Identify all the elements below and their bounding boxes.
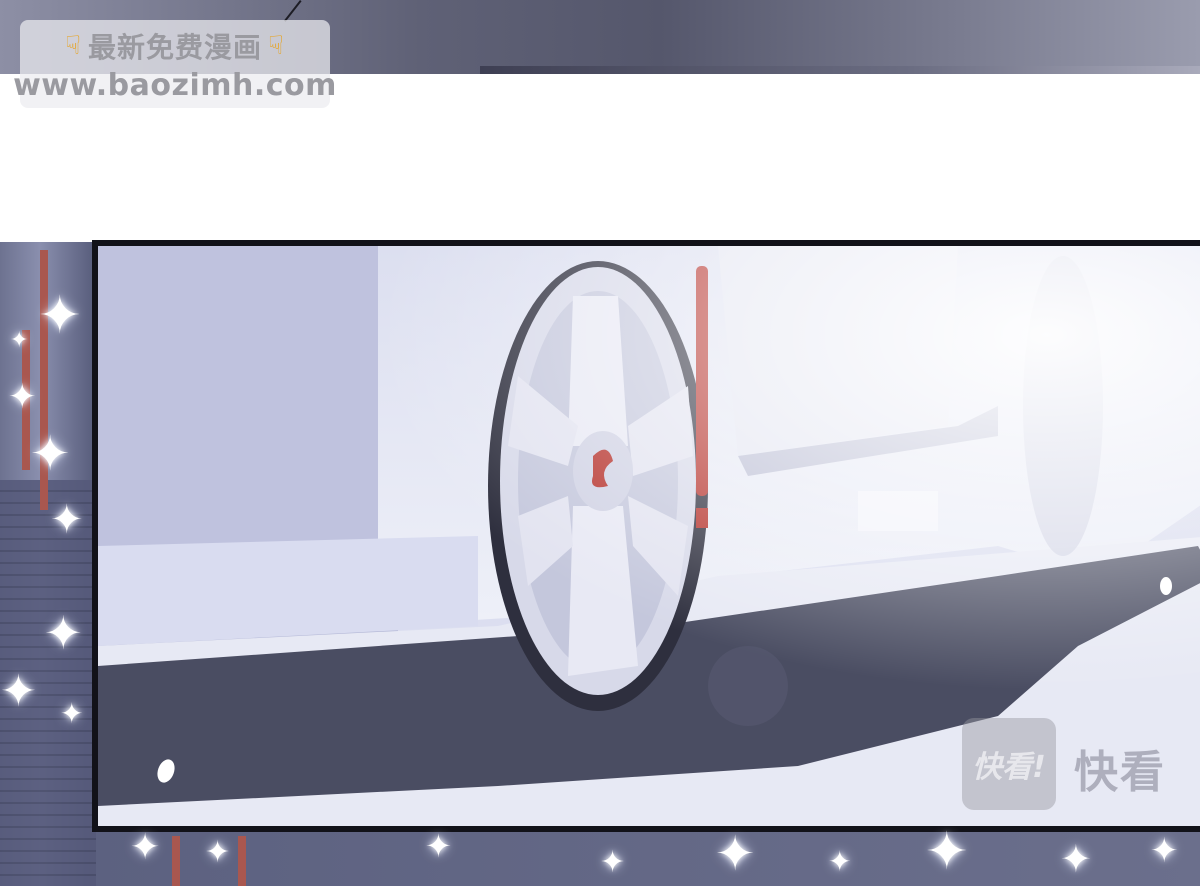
- sparkle-icon: ✦: [600, 845, 626, 880]
- sparkle-icon: ✦: [10, 328, 29, 353]
- sparkle-icon: ✦: [828, 845, 852, 878]
- sparkle-icon: ✦: [38, 286, 82, 346]
- sparkle-icon: ✦: [30, 426, 71, 482]
- site-watermark: ☟ 最新免费漫画 ☟ www.baozimh.com: [13, 20, 336, 108]
- sparkle-icon: ✦: [205, 835, 231, 870]
- sparkle-icon: ✦: [50, 497, 84, 543]
- pointing-down-hand-icon: ☟: [268, 30, 285, 61]
- watermark-title-row: ☟ 最新免费漫画 ☟: [65, 26, 285, 66]
- sparkle-icon: ✦: [1060, 837, 1092, 881]
- sparkle-icon: ✦: [44, 606, 83, 660]
- sparkle-icon: ✦: [425, 827, 452, 865]
- pointing-down-hand-icon: ☟: [65, 30, 82, 61]
- sparkle-icon: ✦: [1150, 831, 1179, 871]
- sparkle-icon: ✦: [925, 822, 969, 882]
- sparkle-icon: ✦: [0, 666, 37, 717]
- watermark-url: www.baozimh.com: [13, 67, 337, 103]
- watermark-title: 最新免费漫画: [87, 30, 262, 64]
- dark-streak: [480, 66, 1200, 74]
- sparkle-icon: ✦: [8, 377, 37, 417]
- red-pole: [172, 836, 180, 886]
- publisher-logo-badge: 快看!: [962, 718, 1056, 810]
- sparkle-icon: ✦: [60, 697, 84, 730]
- publisher-wordmark: 快看: [1074, 747, 1166, 798]
- red-pole: [238, 836, 246, 886]
- sparkle-icon: ✦: [715, 826, 756, 882]
- sparkle-icon: ✦: [130, 827, 161, 868]
